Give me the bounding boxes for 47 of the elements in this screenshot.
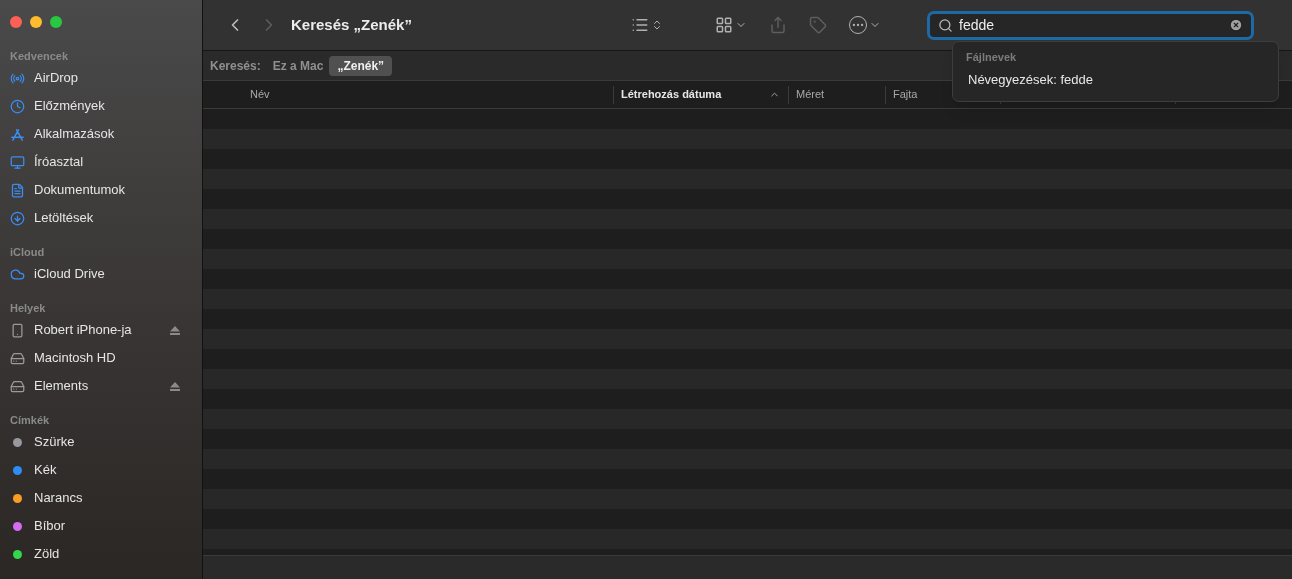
scope-option[interactable]: „Zenék”: [329, 55, 393, 76]
scope-option[interactable]: Ez a Mac: [272, 56, 324, 75]
window-title: Keresés „Zenék”: [291, 14, 413, 35]
sidebar-item[interactable]: iCloud Drive: [10, 260, 202, 288]
sidebar-item[interactable]: Kék: [10, 456, 202, 484]
sidebar-item[interactable]: Robert iPhone-ja: [10, 316, 202, 344]
sidebar-item[interactable]: Elements: [10, 372, 202, 400]
eject-icon[interactable]: [170, 381, 180, 391]
app-store-icon: [10, 126, 25, 142]
sidebar-item[interactable]: Bíbor: [10, 512, 202, 540]
clear-icon[interactable]: [1229, 18, 1243, 32]
sidebar-heading: Címkék: [10, 413, 51, 428]
sidebar-item[interactable]: Letöltések: [10, 204, 202, 232]
column-header[interactable]: Méret: [788, 85, 885, 104]
sidebar-item[interactable]: Alkalmazások: [10, 120, 202, 148]
scope-label: Keresés:: [210, 57, 261, 75]
sidebar-item[interactable]: Zöld: [10, 540, 202, 568]
column-header[interactable]: Név: [203, 85, 613, 104]
sidebar-heading: Helyek: [10, 301, 47, 316]
drive-icon: [10, 350, 25, 366]
clock-icon: [10, 98, 25, 114]
sidebar-item[interactable]: Dokumentumok: [10, 176, 202, 204]
sidebar-item[interactable]: Narancs: [10, 484, 202, 512]
eject-icon[interactable]: [170, 325, 180, 335]
sidebar-heading: Kedvencek: [10, 49, 70, 64]
cloud-icon: [10, 266, 25, 282]
sidebar-item[interactable]: AirDrop: [10, 64, 202, 92]
close-button[interactable]: [10, 16, 22, 28]
sidebar-heading: iCloud: [10, 245, 46, 260]
drive-icon: [10, 378, 25, 394]
up-down-chevron-icon[interactable]: [651, 18, 663, 32]
download-icon: [10, 210, 25, 226]
list-view-icon[interactable]: [631, 16, 649, 34]
minimize-button[interactable]: [30, 16, 42, 28]
sidebar-item[interactable]: Íróasztal: [10, 148, 202, 176]
sidebar-item[interactable]: Macintosh HD: [10, 344, 202, 372]
search-icon: [938, 17, 953, 33]
phone-icon: [10, 322, 25, 338]
zoom-button[interactable]: [50, 16, 62, 28]
suggestion-heading: Fájlnevek: [966, 50, 1018, 65]
grid-icon[interactable]: [715, 16, 733, 34]
sidebar-item[interactable]: Előzmények: [10, 92, 202, 120]
column-header[interactable]: Létrehozás dátuma: [613, 85, 788, 104]
desktop-icon: [10, 154, 25, 170]
sidebar-item[interactable]: Szürke: [10, 428, 202, 456]
search-field[interactable]: fedde: [927, 10, 1254, 40]
document-icon: [10, 182, 25, 198]
